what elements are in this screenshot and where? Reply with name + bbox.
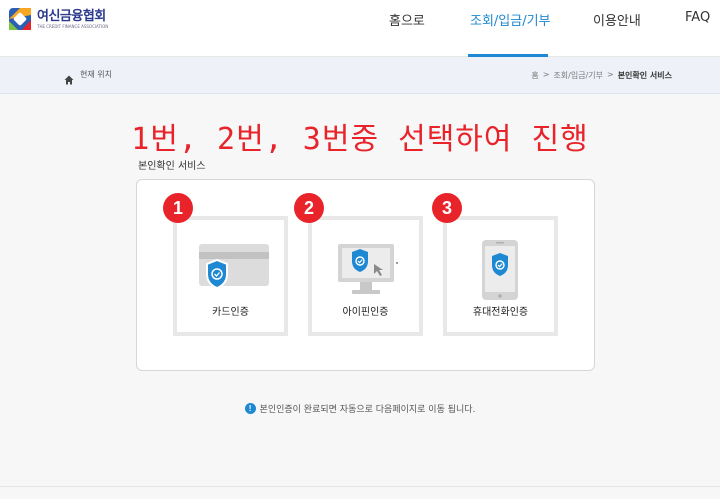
- ipin-verification-option[interactable]: 아이핀인증: [308, 216, 423, 336]
- current-location-label: 현재 위치: [80, 70, 112, 79]
- option-label: 아이핀인증: [342, 307, 389, 318]
- instruction-text: 1번, 2번, 3번중 선택하여 진행: [131, 122, 589, 157]
- section-title: 본인확인 서비스: [138, 161, 206, 172]
- auto-redirect-note: ! 본인인증이 완료되면 자동으로 다음페이지로 이동 됩니다.: [0, 402, 720, 415]
- option-number-badge: 2: [294, 193, 324, 223]
- option-number-badge: 1: [163, 193, 193, 223]
- option-number-badge: 3: [432, 193, 462, 223]
- breadcrumb-home[interactable]: 홈: [531, 70, 538, 81]
- main-nav: 홈으로 조회/입금/기부 이용안내 FAQ: [0, 0, 720, 57]
- current-location: 현재 위치: [64, 69, 112, 84]
- instruction-banner: 1번, 2번, 3번중 선택하여 진행: [0, 114, 720, 158]
- breadcrumb-inquiry[interactable]: 조회/입금/기부: [553, 70, 603, 81]
- nav-usage-guide[interactable]: 이용안내: [593, 10, 641, 29]
- nav-faq[interactable]: FAQ: [685, 10, 710, 25]
- site-header: 여신금융협회 THE CREDIT FINANCE ASSOCIATION 홈으…: [0, 0, 720, 57]
- option-label: 휴대전화인증: [472, 307, 529, 318]
- breadcrumb-separator: >: [542, 70, 550, 79]
- note-text: 본인인증이 완료되면 자동으로 다음페이지로 이동 됩니다.: [259, 405, 476, 415]
- card-verification-option[interactable]: 카드인증: [173, 216, 288, 336]
- mobile-verification-option[interactable]: 휴대전화인증: [443, 216, 558, 336]
- verification-options-card: 카드인증 아이핀인증 휴대전화인증: [136, 179, 595, 371]
- breadcrumb-separator: >: [606, 70, 614, 79]
- mobile-phone-shield-icon: [447, 234, 554, 302]
- option-label: 카드인증: [212, 307, 249, 318]
- footer-divider: [0, 486, 720, 487]
- info-icon: !: [244, 403, 256, 414]
- breadcrumb: 홈 > 조회/입금/기부 > 본인확인 서비스: [531, 70, 672, 81]
- nav-home[interactable]: 홈으로: [389, 10, 425, 29]
- breadcrumb-bar: 현재 위치 홈 > 조회/입금/기부 > 본인확인 서비스: [0, 57, 720, 94]
- credit-card-shield-icon: [177, 234, 284, 302]
- breadcrumb-current: 본인확인 서비스: [617, 71, 672, 80]
- home-icon[interactable]: [64, 70, 74, 84]
- monitor-shield-icon: [312, 234, 419, 302]
- nav-inquiry-deposit-donation[interactable]: 조회/입금/기부: [470, 10, 551, 29]
